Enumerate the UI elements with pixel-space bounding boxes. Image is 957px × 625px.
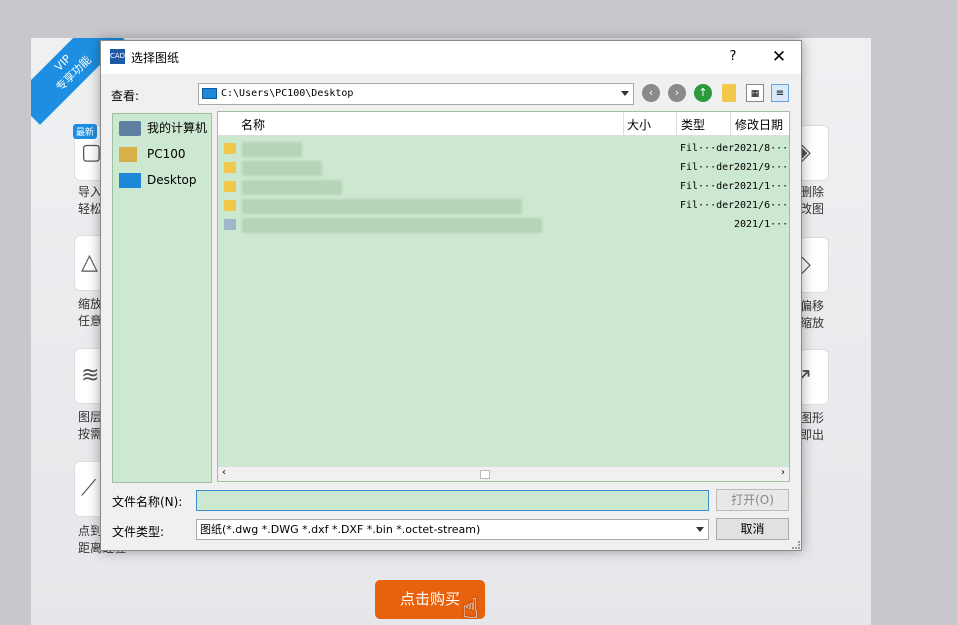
blurred-name bbox=[242, 218, 542, 233]
file-list[interactable]: ^ 名称 大小 类型 修改日期 Fil···der 2021/8···: Fil·… bbox=[217, 111, 790, 482]
dialog-title: 选择图纸 bbox=[131, 51, 180, 65]
look-in-label: 查看: bbox=[111, 89, 140, 103]
new-folder-icon[interactable] bbox=[722, 84, 736, 102]
select-drawing-dialog: CAD 选择图纸 ? ✕ 查看: C:\Users\PC100\Desktop … bbox=[100, 40, 802, 551]
folder-icon bbox=[224, 143, 236, 154]
col-name[interactable]: 名称 bbox=[241, 116, 265, 133]
app-icon: CAD bbox=[110, 49, 125, 64]
filename-input[interactable] bbox=[196, 490, 709, 511]
back-icon[interactable]: ‹ bbox=[642, 84, 660, 102]
close-button[interactable]: ✕ bbox=[761, 45, 797, 69]
column-divider[interactable] bbox=[676, 112, 677, 136]
folder-icon bbox=[224, 200, 236, 211]
tile-label: 删除 改图 bbox=[800, 185, 825, 216]
blurred-name bbox=[242, 142, 302, 157]
places-sidebar: 我的计算机 PC100 Desktop bbox=[112, 113, 212, 483]
open-button[interactable]: 打开(O) bbox=[716, 489, 789, 511]
help-button[interactable]: ? bbox=[721, 46, 745, 68]
folder-icon bbox=[224, 162, 236, 173]
tile-label: 偏移 缩放 bbox=[800, 299, 825, 330]
col-type[interactable]: 类型 bbox=[681, 116, 705, 133]
distance-icon: ⟋ bbox=[81, 476, 97, 501]
filetype-select[interactable]: 图纸(*.dwg *.DWG *.dxf *.DXF *.bin *.octet… bbox=[196, 519, 709, 540]
new-badge: 最新 bbox=[73, 124, 98, 139]
hand-pointer-icon: ☝ bbox=[462, 592, 480, 625]
desktop-icon bbox=[119, 173, 141, 188]
col-date[interactable]: 修改日期 bbox=[735, 116, 783, 133]
path-value: C:\Users\PC100\Desktop bbox=[221, 88, 354, 99]
chevron-down-icon[interactable] bbox=[621, 91, 629, 96]
chevron-down-icon[interactable] bbox=[696, 527, 704, 532]
filename-label: 文件名称(N): bbox=[112, 495, 183, 509]
column-divider[interactable] bbox=[730, 112, 731, 136]
file-row[interactable]: Fil···der 2021/9···: bbox=[218, 159, 789, 178]
file-row[interactable]: 2021/1···: bbox=[218, 216, 789, 235]
list-view-icon[interactable]: ▦ bbox=[746, 84, 764, 102]
file-row[interactable]: Fil···der 2021/6···: bbox=[218, 197, 789, 216]
blurred-name bbox=[242, 199, 522, 214]
column-divider[interactable] bbox=[623, 112, 624, 136]
horizontal-scrollbar[interactable]: ‹ › bbox=[218, 466, 789, 481]
titlebar: CAD 选择图纸 ? ✕ bbox=[101, 41, 801, 74]
computer-icon bbox=[119, 121, 141, 136]
tile-label: 图形 即出 bbox=[800, 411, 825, 442]
column-header: ^ 名称 大小 类型 修改日期 bbox=[218, 111, 789, 136]
scroll-thumb[interactable] bbox=[480, 470, 490, 479]
monitor-icon bbox=[202, 88, 217, 99]
forward-icon[interactable]: › bbox=[668, 84, 686, 102]
resize-grip[interactable] bbox=[792, 541, 800, 549]
scroll-left-icon[interactable]: ‹ bbox=[222, 467, 226, 478]
layers-icon: ≋ bbox=[81, 363, 100, 388]
look-in-combo[interactable]: C:\Users\PC100\Desktop bbox=[198, 83, 634, 105]
blurred-name bbox=[242, 161, 322, 176]
file-row[interactable]: Fil···der 2021/8···: bbox=[218, 140, 789, 159]
col-size[interactable]: 大小 bbox=[627, 116, 651, 133]
file-icon bbox=[224, 219, 236, 230]
triangle-icon: △ bbox=[81, 250, 98, 275]
folder-icon bbox=[224, 181, 236, 192]
place-desktop[interactable]: Desktop bbox=[119, 170, 197, 190]
up-folder-icon[interactable]: ↑ bbox=[694, 84, 712, 102]
place-my-computer[interactable]: 我的计算机 bbox=[119, 118, 207, 138]
import-icon: ▢ bbox=[81, 140, 102, 165]
sort-up-icon: ^ bbox=[418, 111, 427, 119]
scroll-right-icon[interactable]: › bbox=[781, 467, 785, 478]
cancel-button[interactable]: 取消 bbox=[716, 518, 789, 540]
user-folder-icon bbox=[119, 147, 137, 162]
place-user[interactable]: PC100 bbox=[119, 144, 186, 164]
filetype-value: 图纸(*.dwg *.DWG *.dxf *.DXF *.bin *.octet… bbox=[200, 523, 481, 536]
blurred-name bbox=[242, 180, 342, 195]
file-row[interactable]: Fil···der 2021/1···: bbox=[218, 178, 789, 197]
detail-view-icon[interactable]: ≡ bbox=[771, 84, 789, 102]
filetype-label: 文件类型: bbox=[112, 525, 165, 539]
